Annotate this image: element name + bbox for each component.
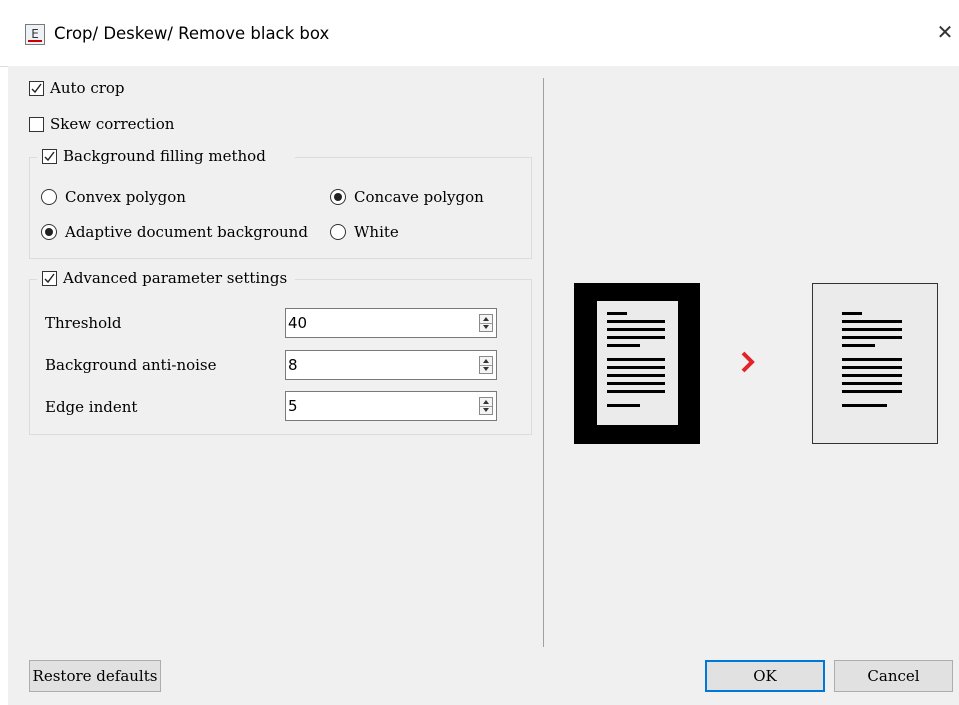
adaptive-background-label[interactable]: Adaptive document background	[65, 223, 308, 241]
background-filling-label[interactable]: Background filling method	[63, 147, 266, 165]
checkmark-icon	[44, 151, 55, 162]
threshold-input[interactable]	[288, 313, 478, 333]
concave-polygon-label[interactable]: Concave polygon	[354, 188, 484, 206]
anti-noise-input[interactable]	[288, 355, 478, 375]
auto-crop-label[interactable]: Auto crop	[50, 79, 125, 97]
threshold-spin-buttons[interactable]	[479, 314, 493, 332]
checkmark-icon	[31, 83, 42, 94]
restore-defaults-button[interactable]: Restore defaults	[29, 660, 161, 692]
concave-polygon-radio[interactable]	[330, 189, 346, 205]
threshold-spinbox[interactable]	[285, 308, 497, 338]
background-filling-checkbox[interactable]	[42, 149, 57, 164]
cancel-button[interactable]: Cancel	[834, 660, 953, 692]
checkmark-icon	[44, 273, 55, 284]
chevron-right-icon	[741, 351, 755, 373]
white-radio[interactable]	[330, 224, 346, 240]
advanced-settings-checkbox[interactable]	[42, 271, 57, 286]
anti-noise-spin-buttons[interactable]	[479, 356, 493, 374]
cropped-document-icon	[812, 283, 938, 444]
window-title: Crop/ Deskew/ Remove black box	[54, 24, 330, 43]
dialog-body: Auto crop Skew correction Background fil…	[8, 66, 959, 705]
white-label[interactable]: White	[354, 223, 399, 241]
edge-indent-label: Edge indent	[45, 398, 138, 416]
title-bar: E Crop/ Deskew/ Remove black box ✕	[0, 0, 959, 67]
anti-noise-label: Background anti-noise	[45, 356, 217, 374]
ok-button[interactable]: OK	[705, 660, 825, 692]
document-with-black-border-icon	[574, 283, 700, 444]
background-filling-group	[29, 157, 532, 259]
advanced-settings-label[interactable]: Advanced parameter settings	[63, 269, 287, 287]
edge-indent-input[interactable]	[288, 396, 478, 416]
skew-correction-checkbox[interactable]	[29, 117, 44, 132]
edge-indent-spinbox[interactable]	[285, 391, 497, 421]
vertical-divider	[543, 78, 544, 647]
close-icon[interactable]: ✕	[935, 20, 955, 44]
threshold-label: Threshold	[45, 314, 122, 332]
adaptive-background-radio[interactable]	[41, 224, 57, 240]
skew-correction-label[interactable]: Skew correction	[50, 115, 174, 133]
auto-crop-checkbox[interactable]	[29, 81, 44, 96]
app-icon: E	[25, 24, 45, 45]
convex-polygon-label[interactable]: Convex polygon	[65, 188, 186, 206]
edge-indent-spin-buttons[interactable]	[479, 397, 493, 415]
anti-noise-spinbox[interactable]	[285, 350, 497, 380]
convex-polygon-radio[interactable]	[41, 189, 57, 205]
